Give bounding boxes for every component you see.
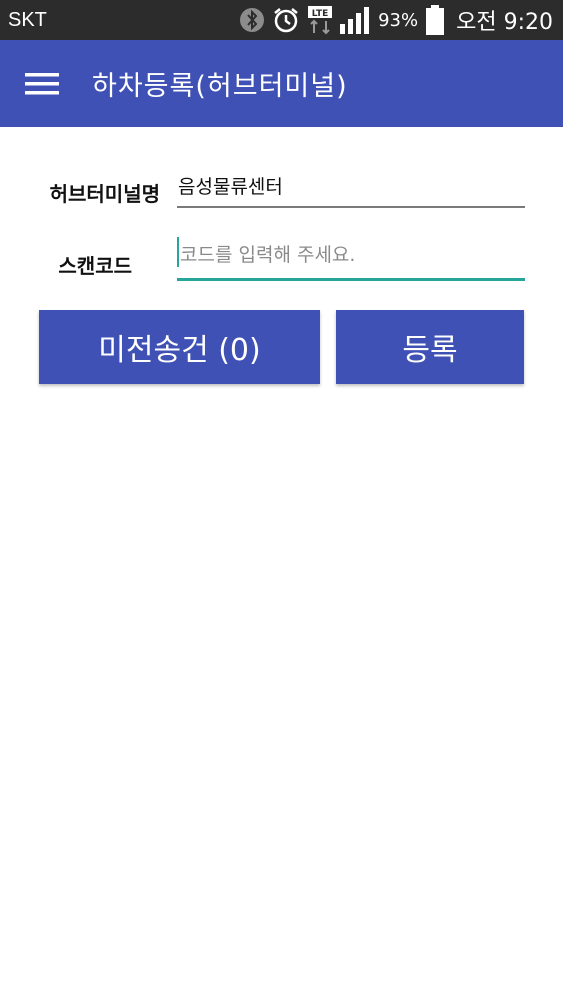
hamburger-menu-icon[interactable] [12,54,72,114]
carrier-name: SKT [8,8,47,31]
bluetooth-icon [240,7,265,33]
clock: 오전 9:20 [456,10,553,35]
terminal-underline [177,206,525,208]
terminal-value: 음성물류센터 [178,176,283,198]
terminal-row: 허브터미널명 음성물류센터 [0,160,563,220]
scan-row: 스캔코드 [0,230,563,290]
signal-icon [340,6,370,34]
status-bar: SKT LTE 93% 오전 9:20 [0,0,563,40]
status-icons: LTE 93% 오전 9:20 [240,4,553,36]
unsent-items-button[interactable]: 미전송건 (0) [39,310,320,384]
scan-code-input[interactable] [177,235,525,275]
battery-percent: 93% [378,9,419,31]
alarm-icon [272,6,300,34]
scan-label: 스캔코드 [58,254,132,278]
page-title: 하차등록(허브터미널) [92,71,348,102]
battery-icon [426,5,445,35]
register-button[interactable]: 등록 [336,310,524,384]
scan-underline [177,278,525,281]
svg-text:LTE: LTE [312,9,329,19]
app-bar: 하차등록(허브터미널) [0,40,563,127]
terminal-label: 허브터미널명 [49,182,160,206]
lte-icon: LTE [308,5,333,35]
